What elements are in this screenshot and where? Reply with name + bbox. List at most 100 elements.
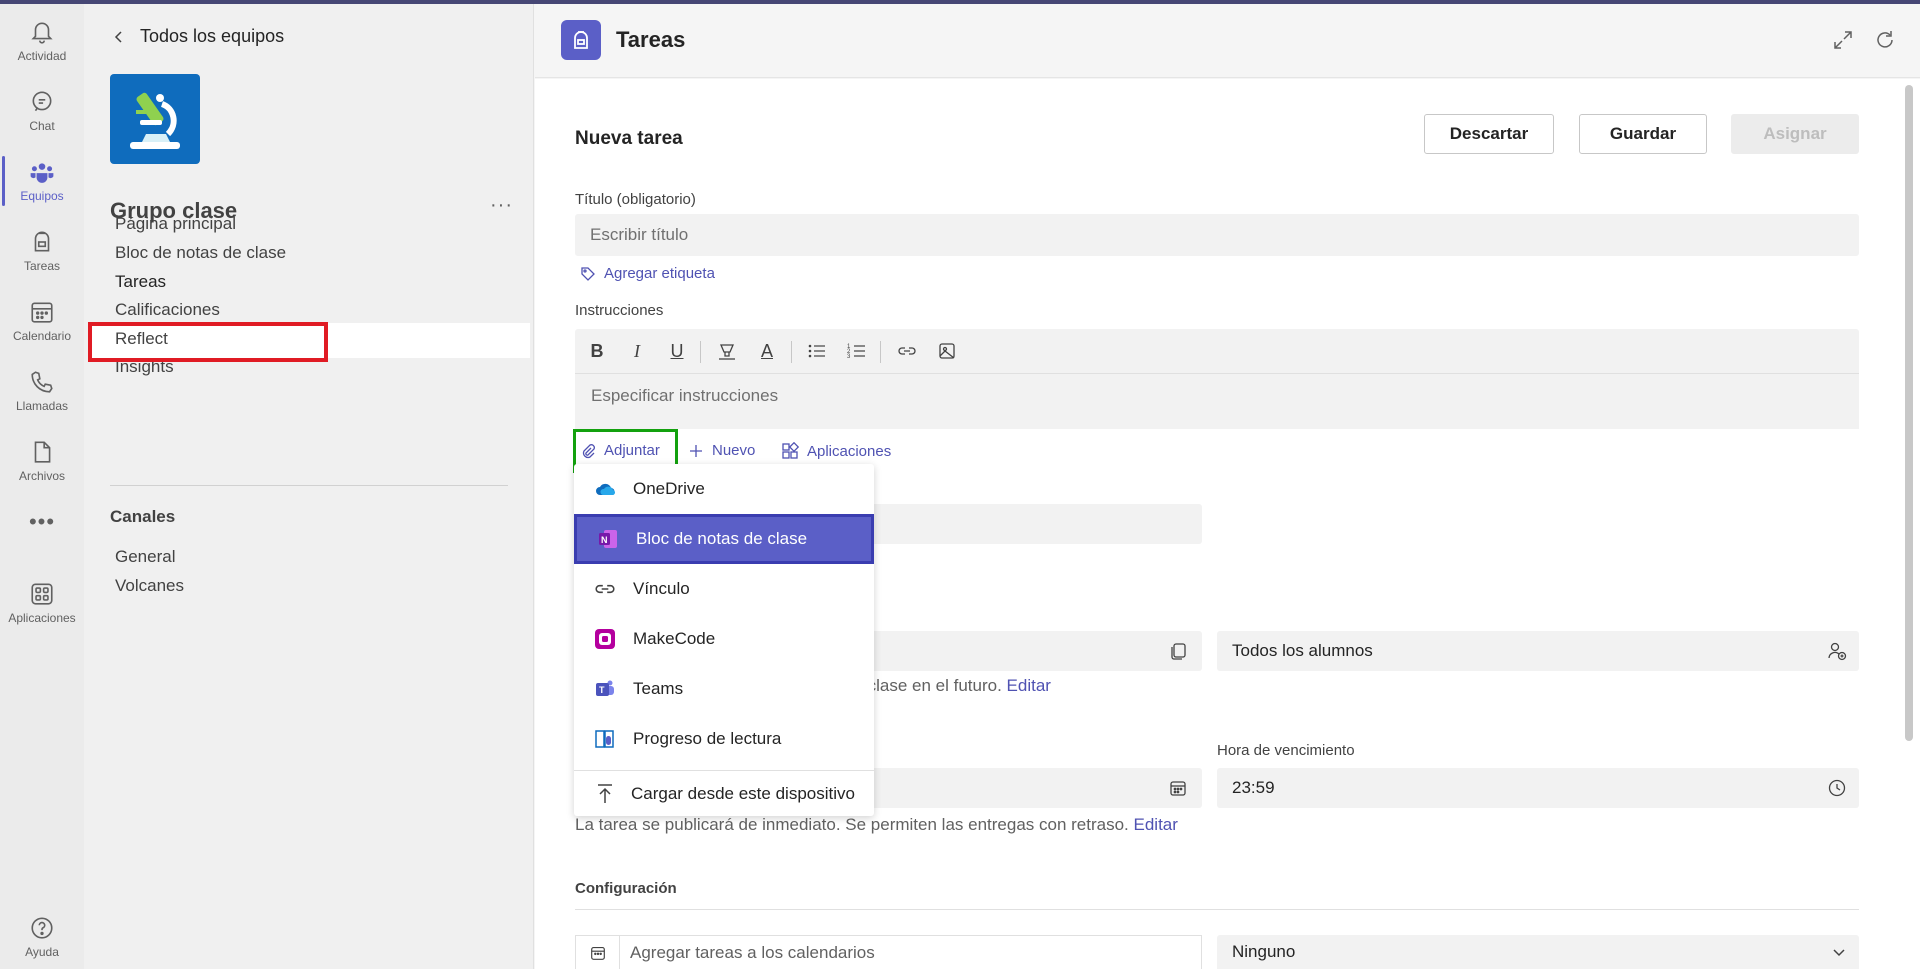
assign-button[interactable]: Asignar [1731, 114, 1859, 154]
expand-icon[interactable] [1831, 28, 1855, 52]
menu-item-label: OneDrive [633, 479, 705, 498]
more-apps-icon[interactable]: ••• [0, 509, 84, 535]
bullet-list-icon[interactable] [807, 341, 827, 361]
instructions-editor[interactable]: Especificar instrucciones [575, 374, 1859, 429]
nav-item-grades[interactable]: Calificaciones [115, 300, 220, 320]
highlight-assignments-box [88, 322, 328, 362]
scrollbar[interactable] [1905, 85, 1913, 741]
rail-files[interactable]: Archivos [0, 428, 84, 494]
rail-assignments[interactable]: Tareas [0, 218, 84, 284]
italic-icon[interactable]: I [627, 341, 647, 361]
makecode-icon [594, 628, 616, 650]
highlight-icon[interactable] [717, 341, 737, 361]
rail-label: Calendario [12, 329, 72, 343]
menu-item-teams[interactable]: T Teams [574, 664, 874, 714]
calendar-select-value: Ninguno [1232, 942, 1296, 961]
publish-edit-link[interactable]: Editar [1134, 815, 1178, 834]
apps-icon [31, 583, 53, 605]
nav-item-class-notebook[interactable]: Bloc de notas de clase [115, 243, 286, 263]
rail-chat[interactable]: Chat [0, 78, 84, 144]
rail-activity[interactable]: Actividad [0, 8, 84, 74]
add-tag-label: Agregar etiqueta [604, 265, 715, 282]
title-label: Título (obligatorio) [575, 191, 696, 208]
bold-icon[interactable]: B [587, 341, 607, 361]
rail-label: Equipos [20, 189, 64, 203]
nav-divider [110, 485, 508, 486]
channel-general[interactable]: General [115, 547, 175, 567]
menu-item-link[interactable]: Vínculo [574, 564, 874, 614]
rail-label: Llamadas [15, 399, 69, 413]
font-color-icon[interactable]: A [757, 341, 777, 361]
new-button[interactable]: Nuevo [688, 442, 755, 459]
menu-item-onedrive[interactable]: OneDrive [574, 464, 874, 514]
students-value: Todos los alumnos [1232, 641, 1373, 660]
add-person-icon [1828, 642, 1847, 661]
back-to-teams-link[interactable]: Todos los equipos [112, 26, 284, 47]
menu-item-upload[interactable]: Cargar desde este dispositivo [574, 771, 874, 816]
menu-item-makecode[interactable]: MakeCode [574, 614, 874, 664]
teams-icon [30, 163, 54, 183]
tag-icon [581, 266, 595, 281]
link-icon[interactable] [897, 341, 917, 361]
app-rail: Actividad Chat Equipos Tareas Calendario… [0, 4, 84, 969]
title-input[interactable]: Escribir título [575, 214, 1859, 256]
due-time-field[interactable]: 23:59 [1217, 768, 1859, 808]
calendar-select[interactable]: Ninguno [1217, 935, 1859, 969]
new-label: Nuevo [712, 442, 756, 459]
plus-icon [690, 444, 702, 457]
app-header: Tareas [535, 4, 1920, 78]
chevron-down-icon [1833, 949, 1845, 957]
nav-item-assignments[interactable]: Tareas [115, 272, 166, 292]
bell-icon [31, 22, 53, 44]
backpack-icon [574, 31, 588, 49]
menu-item-label: Vínculo [633, 579, 690, 598]
channel-volcanes[interactable]: Volcanes [115, 576, 184, 596]
rail-calendar[interactable]: Calendario [0, 288, 84, 354]
config-label: Configuración [575, 880, 677, 897]
back-label: Todos los equipos [140, 26, 285, 46]
apps-icon [782, 442, 799, 459]
more-options-icon[interactable]: ··· [490, 194, 513, 217]
rail-calls[interactable]: Llamadas [0, 358, 84, 424]
svg-text:N: N [601, 535, 608, 545]
phone-icon [31, 371, 53, 393]
apps-label: Aplicaciones [807, 442, 892, 460]
rail-label: Chat [29, 119, 55, 133]
help-icon [31, 917, 53, 939]
menu-item-label: MakeCode [633, 629, 716, 648]
config-divider [575, 909, 1859, 910]
numbered-list-icon[interactable]: 123 [847, 341, 867, 361]
students-select[interactable]: Todos los alumnos [1217, 631, 1859, 671]
link-icon [594, 578, 616, 600]
save-button[interactable]: Guardar [1579, 114, 1707, 154]
nav-item-home[interactable]: Página principal [115, 214, 236, 234]
menu-item-reading-progress[interactable]: Progreso de lectura [574, 714, 874, 764]
file-icon [34, 441, 51, 463]
form-heading: Nueva tarea [575, 128, 683, 149]
assign-edit-link[interactable]: Editar [1007, 676, 1051, 695]
publish-hint: La tarea se publicará de inmediato. Se p… [575, 815, 1178, 835]
rail-label: Archivos [18, 469, 65, 483]
toolbar-separator [880, 341, 881, 363]
chat-icon [32, 91, 52, 112]
copy-icon [1171, 643, 1186, 660]
rail-label: Aplicaciones [8, 611, 76, 625]
assignments-app-icon [561, 20, 601, 60]
underline-icon[interactable]: U [667, 341, 687, 361]
add-tag-link[interactable]: Agregar etiqueta [580, 265, 715, 282]
rail-help[interactable]: Ayuda [0, 904, 84, 969]
team-panel: Todos los equipos Grupo clase ··· Página… [84, 4, 534, 969]
rail-teams[interactable]: Equipos [0, 148, 84, 214]
rail-apps[interactable]: Aplicaciones [0, 570, 84, 636]
menu-item-class-notebook[interactable]: N Bloc de notas de clase [574, 514, 874, 564]
discard-button[interactable]: Descartar [1424, 114, 1554, 154]
teams-icon: T [594, 678, 616, 700]
reading-progress-icon [594, 728, 616, 750]
calendar-setting[interactable]: Agregar tareas a los calendarios [575, 935, 1202, 969]
image-icon[interactable] [937, 341, 957, 361]
onenote-icon: N [597, 528, 619, 550]
publish-hint-text: La tarea se publicará de inmediato. Se p… [575, 815, 1129, 834]
refresh-icon[interactable] [1873, 28, 1897, 52]
apps-button[interactable]: Aplicaciones [781, 442, 891, 460]
menu-item-label: Teams [633, 679, 684, 698]
